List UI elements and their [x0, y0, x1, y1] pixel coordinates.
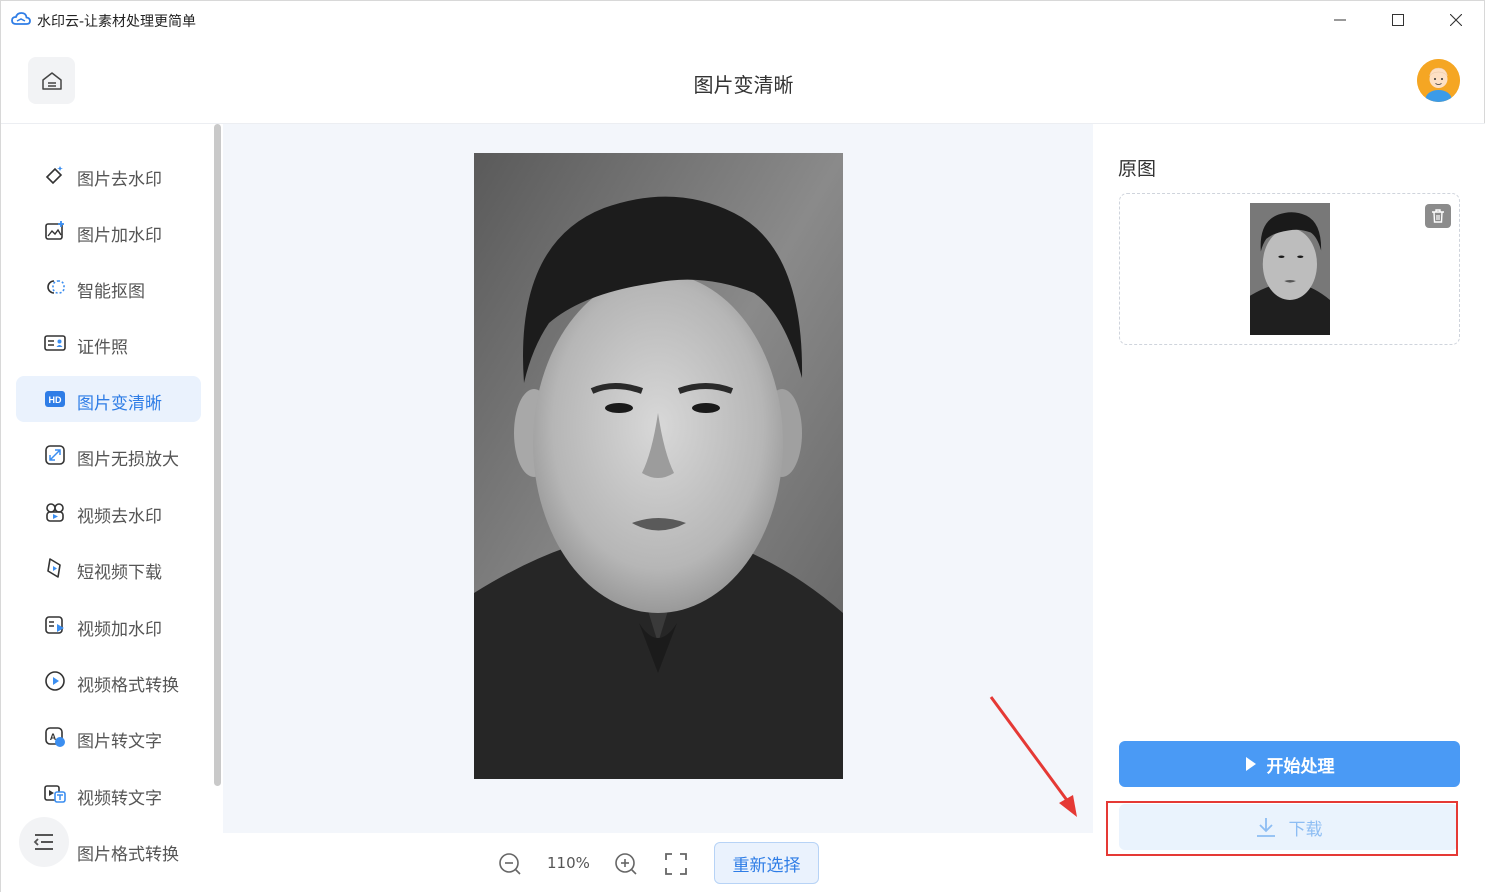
start-processing-button[interactable]: 开始处理 [1119, 741, 1460, 787]
play-icon [1245, 757, 1256, 771]
zoom-level: 110% [547, 854, 590, 872]
sidebar-item-short-video-download[interactable]: 短视频下载 [16, 545, 201, 591]
maximize-button[interactable] [1369, 1, 1427, 39]
sidebar-item-label: 图片去水印 [77, 170, 162, 190]
sidebar-item-id-photo[interactable]: 证件照 [16, 320, 201, 366]
minimize-button[interactable] [1311, 1, 1369, 39]
sidebar-item-label: 图片无损放大 [77, 450, 179, 470]
preview-area [223, 124, 1093, 833]
menu-collapse-icon [33, 834, 53, 850]
sidebar-item-image-remove-watermark[interactable]: 图片去水印 [16, 152, 201, 198]
sidebar-item-label: 视频格式转换 [77, 676, 179, 696]
zoom-out-icon [499, 853, 521, 875]
sidebar-item-smart-cutout[interactable]: 智能抠图 [16, 264, 201, 310]
sidebar-scrollbar[interactable] [214, 124, 221, 786]
avatar-icon [1417, 59, 1460, 102]
sidebar-item-image-add-watermark[interactable]: 图片加水印 [16, 208, 201, 254]
sidebar-item-video-remove-watermark[interactable]: 视频去水印 [16, 489, 201, 535]
original-thumbnail[interactable] [1250, 203, 1330, 335]
sidebar-item-image-upscale[interactable]: 图片无损放大 [16, 432, 201, 478]
title-bar: 水印云-让素材处理更简单 [1, 1, 1485, 39]
video-download-icon [44, 557, 66, 579]
zoom-in-button[interactable] [613, 851, 639, 877]
right-panel: 原图 开始处理 下载 [1093, 124, 1485, 892]
maximize-icon [1392, 14, 1404, 26]
preview-image [474, 153, 843, 779]
sidebar-item-label: 图片格式转换 [77, 845, 179, 865]
cloud-logo-icon [11, 12, 31, 25]
highlight-box [1106, 801, 1458, 856]
video-text-icon [44, 783, 66, 805]
svg-text:HD: HD [49, 395, 62, 405]
sidebar-item-video-format-convert[interactable]: 视频格式转换 [16, 658, 201, 704]
fullscreen-icon [665, 853, 687, 875]
video-eraser-icon [44, 501, 66, 523]
image-add-icon [44, 220, 66, 242]
original-image-box [1119, 193, 1460, 345]
sidebar-item-image-enhance[interactable]: HD 图片变清晰 [16, 376, 201, 422]
window-title: 水印云-让素材处理更简单 [37, 14, 197, 30]
video-watermark-icon [44, 614, 66, 636]
reselect-button[interactable]: 重新选择 [714, 842, 819, 884]
hd-icon: HD [44, 388, 66, 410]
fit-screen-button[interactable] [663, 851, 689, 877]
sidebar-item-label: 图片加水印 [77, 226, 162, 246]
page-title: 图片变清晰 [693, 73, 794, 97]
eraser-icon [44, 164, 66, 186]
original-label: 原图 [1118, 158, 1157, 180]
page-header: 图片变清晰 [1, 39, 1485, 124]
annotation-arrow-icon [989, 696, 1077, 817]
start-button-label: 开始处理 [1266, 756, 1335, 777]
enlarge-icon [44, 444, 66, 466]
video-convert-icon [44, 670, 66, 692]
app-window: 水印云-让素材处理更简单 图片变清晰 图片去水印 图片加水印 智能抠图 证件照 … [0, 0, 1485, 892]
zoom-in-icon [615, 853, 637, 875]
close-icon [1450, 14, 1462, 26]
sidebar-item-video-to-text[interactable]: 视频转文字 [16, 771, 201, 817]
trash-icon [1432, 209, 1444, 223]
sidebar-item-label: 智能抠图 [77, 282, 145, 302]
sidebar-item-label: 视频去水印 [77, 507, 162, 527]
close-button[interactable] [1427, 1, 1485, 39]
user-avatar[interactable] [1417, 59, 1460, 102]
minimize-icon [1334, 19, 1346, 21]
sidebar-item-label: 短视频下载 [77, 563, 162, 583]
preview-toolbar: 110% 重新选择 [223, 833, 1093, 892]
cutout-icon [44, 276, 66, 298]
sidebar-item-label: 证件照 [77, 338, 128, 358]
id-card-icon [44, 332, 66, 354]
sidebar-item-label: 视频加水印 [77, 620, 162, 640]
collapse-sidebar-button[interactable] [19, 817, 69, 867]
delete-image-button[interactable] [1425, 204, 1451, 228]
sidebar: 图片去水印 图片加水印 智能抠图 证件照 HD 图片变清晰 图片无损放大 视频去… [1, 124, 223, 892]
sidebar-item-video-add-watermark[interactable]: 视频加水印 [16, 602, 201, 648]
sidebar-item-label: 图片变清晰 [77, 394, 162, 414]
zoom-out-button[interactable] [497, 851, 523, 877]
sidebar-item-label: 视频转文字 [77, 789, 162, 809]
image-text-icon: A [44, 726, 66, 748]
sidebar-item-image-to-text[interactable]: A 图片转文字 [16, 714, 201, 760]
sidebar-item-label: 图片转文字 [77, 732, 162, 752]
